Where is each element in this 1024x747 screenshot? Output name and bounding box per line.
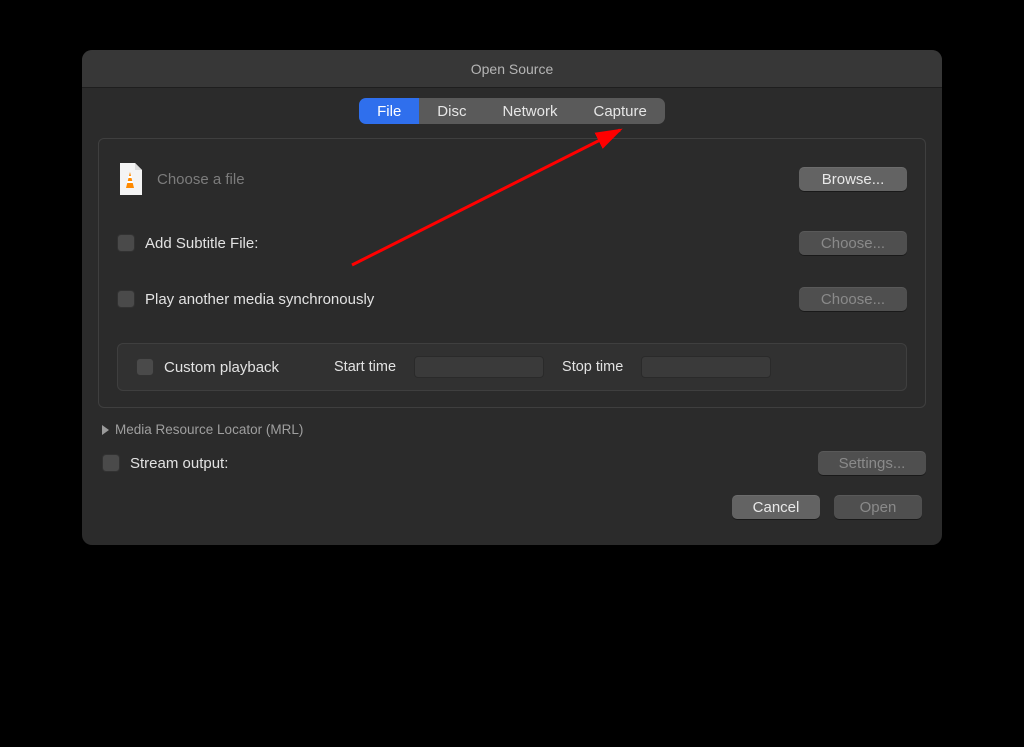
- mrl-disclosure[interactable]: Media Resource Locator (MRL): [102, 422, 926, 437]
- tab-disc[interactable]: Disc: [419, 98, 484, 124]
- cancel-button[interactable]: Cancel: [732, 495, 820, 519]
- window-content: File Disc Network Capture: [82, 88, 942, 545]
- tab-capture[interactable]: Capture: [575, 98, 664, 124]
- subtitle-checkbox[interactable]: [117, 234, 135, 252]
- custom-playback-checkbox[interactable]: [136, 358, 154, 376]
- tab-file[interactable]: File: [359, 98, 419, 124]
- start-time-label: Start time: [334, 359, 396, 375]
- file-panel: Choose a file Browse... Add Subtitle Fil…: [98, 138, 926, 408]
- file-left: Choose a file: [117, 162, 245, 196]
- sync-choose-button[interactable]: Choose...: [799, 287, 907, 311]
- chevron-right-icon: [102, 425, 109, 435]
- stop-time-input[interactable]: [641, 356, 771, 378]
- stop-time-label: Stop time: [562, 359, 623, 375]
- stream-output-row: Stream output: Settings...: [102, 451, 926, 475]
- custom-playback-label: Custom playback: [164, 359, 279, 376]
- subtitle-label: Add Subtitle File:: [145, 235, 258, 252]
- sync-label: Play another media synchronously: [145, 291, 374, 308]
- dialog-footer: Cancel Open: [98, 495, 926, 525]
- subtitle-row: Add Subtitle File: Choose...: [117, 231, 907, 255]
- stream-output-checkbox[interactable]: [102, 454, 120, 472]
- window-title: Open Source: [471, 61, 554, 77]
- start-time-input[interactable]: [414, 356, 544, 378]
- window-titlebar: Open Source: [82, 50, 942, 88]
- open-source-window: Open Source File Disc Network Capture: [82, 50, 942, 545]
- open-button[interactable]: Open: [834, 495, 922, 519]
- tab-bar: File Disc Network Capture: [359, 98, 665, 124]
- file-placeholder: Choose a file: [157, 171, 245, 188]
- stream-settings-button[interactable]: Settings...: [818, 451, 926, 475]
- subtitle-choose-button[interactable]: Choose...: [799, 231, 907, 255]
- browse-button[interactable]: Browse...: [799, 167, 907, 191]
- sync-row: Play another media synchronously Choose.…: [117, 287, 907, 311]
- mrl-label: Media Resource Locator (MRL): [115, 422, 303, 437]
- tab-row: File Disc Network Capture: [98, 88, 926, 138]
- tab-network[interactable]: Network: [484, 98, 575, 124]
- stream-output-label: Stream output:: [130, 455, 228, 472]
- custom-playback-panel: Custom playback Start time Stop time: [117, 343, 907, 391]
- vlc-file-icon: [117, 162, 143, 196]
- sync-checkbox[interactable]: [117, 290, 135, 308]
- file-chooser-row: Choose a file Browse...: [117, 157, 907, 201]
